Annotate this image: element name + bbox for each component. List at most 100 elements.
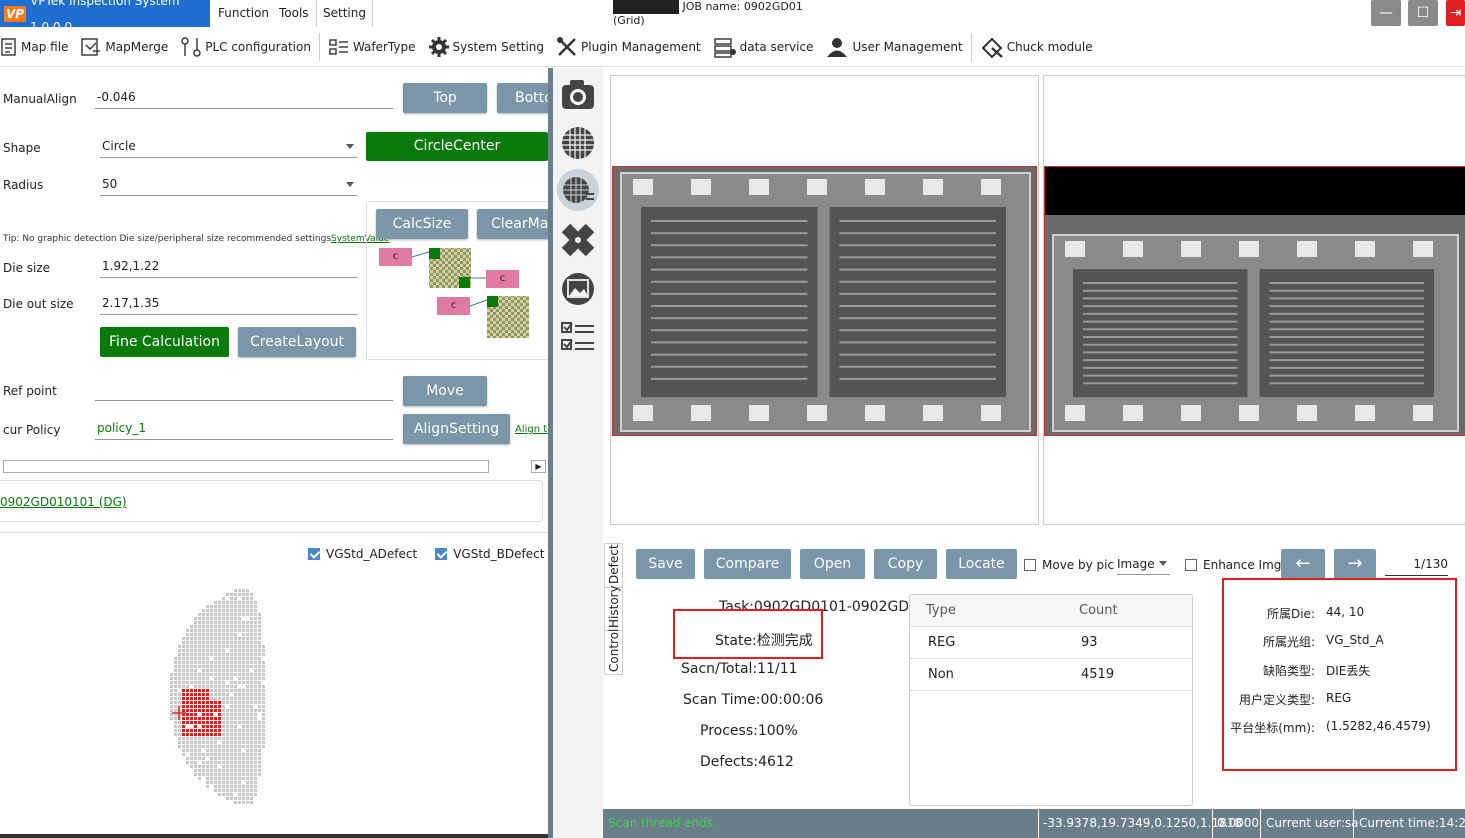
locate-button[interactable]: Locate xyxy=(946,549,1017,579)
cur-policy-label: cur Policy xyxy=(3,423,60,437)
wafer-die xyxy=(258,681,261,684)
wafer-die xyxy=(178,729,181,732)
wafer-die xyxy=(170,717,173,720)
wafer-map[interactable] xyxy=(170,585,280,815)
wafer-die xyxy=(210,761,213,764)
menu-setting[interactable]: Setting xyxy=(316,0,373,27)
tab-defect[interactable]: Defect xyxy=(607,540,621,584)
move-by-pic-checkbox[interactable] xyxy=(1024,559,1036,571)
circle-center-button[interactable]: CircleCenter xyxy=(366,132,548,161)
move-by-pic-toggle[interactable]: Move by pic xyxy=(1024,558,1114,572)
minimize-button[interactable]: — xyxy=(1371,0,1401,26)
tab-history[interactable]: History xyxy=(607,584,621,628)
toolbar-user-management[interactable]: User Management xyxy=(819,28,968,67)
wafer-die xyxy=(246,609,249,612)
toolbar-mapmerge[interactable]: MapMerge xyxy=(74,28,174,67)
table-row[interactable]: REG 93 xyxy=(910,627,1192,659)
prev-button[interactable]: ← xyxy=(1281,549,1325,579)
wafer-die xyxy=(246,637,249,640)
wafer-die xyxy=(214,653,217,656)
wafer-grid-icon[interactable] xyxy=(560,125,596,161)
legend-a-checkbox[interactable] xyxy=(308,548,320,560)
maximize-button[interactable]: ☐ xyxy=(1408,0,1438,26)
bottom-button[interactable]: Botto xyxy=(497,83,548,113)
wafer-die xyxy=(194,757,197,760)
enhance-img-checkbox[interactable] xyxy=(1185,559,1197,571)
wafer-die xyxy=(174,681,177,684)
wafer-die xyxy=(202,633,205,636)
top-button[interactable]: Top xyxy=(403,83,487,113)
compare-button[interactable]: Compare xyxy=(704,549,791,579)
toolbar-wafertype[interactable]: WaferType xyxy=(322,28,422,67)
wafer-die xyxy=(198,745,201,748)
wafer-scan-icon[interactable] xyxy=(556,168,600,212)
image-gallery-icon[interactable] xyxy=(560,271,596,307)
toolbar-system-setting[interactable]: System Setting xyxy=(422,28,551,67)
wafer-die xyxy=(246,681,249,684)
wafer-die xyxy=(182,705,185,708)
align-setting-button[interactable]: AlignSetting xyxy=(403,414,510,444)
toolbar-plugin[interactable]: Plugin Management xyxy=(550,28,707,67)
calc-size-button[interactable]: CalcSize xyxy=(376,209,468,239)
toolbar-chuck-module[interactable]: Chuck module xyxy=(974,28,1099,67)
radius-select[interactable]: 50 xyxy=(100,174,357,196)
move-button[interactable]: Move xyxy=(403,376,487,406)
task-link[interactable]: 0902GD010101 (DG) xyxy=(0,495,127,509)
wafer-die xyxy=(238,589,241,592)
save-button[interactable]: Save xyxy=(636,549,695,579)
copy-button[interactable]: Copy xyxy=(874,549,937,579)
wafer-die xyxy=(214,641,217,644)
image-margin xyxy=(1045,167,1465,215)
wafer-die xyxy=(226,773,229,776)
wafer-die xyxy=(190,753,193,756)
open-button[interactable]: Open xyxy=(800,549,865,579)
wafer-die xyxy=(186,685,189,688)
checklist-icon[interactable] xyxy=(560,319,596,355)
manual-align-input[interactable]: -0.046 xyxy=(95,87,393,109)
wafer-die xyxy=(190,717,193,720)
wafer-die xyxy=(222,769,225,772)
die-image-right[interactable] xyxy=(1044,166,1465,436)
wafer-die xyxy=(258,649,261,652)
camera-icon[interactable] xyxy=(560,77,596,113)
app-logo: VP xyxy=(4,6,26,22)
wafer-die xyxy=(226,745,229,748)
toolbar-data-service[interactable]: data service xyxy=(707,28,820,67)
create-layout-button[interactable]: CreateLayout xyxy=(238,327,356,357)
menu-tools[interactable]: Tools xyxy=(279,0,309,27)
toolbar-plc[interactable]: PLC configuration xyxy=(174,28,317,67)
exit-button[interactable]: ⇥ xyxy=(1446,0,1465,26)
wafer-die xyxy=(234,633,237,636)
ruler-tool-icon[interactable] xyxy=(560,222,596,258)
image-select[interactable]: Image xyxy=(1117,555,1170,575)
tab-control[interactable]: Control xyxy=(607,628,621,672)
legend-b-checkbox[interactable] xyxy=(435,548,447,560)
scroll-right-button[interactable]: ▶ xyxy=(531,460,546,473)
wafer-die xyxy=(186,745,189,748)
wafer-die xyxy=(190,625,193,628)
toolbar-map-file[interactable]: Map file xyxy=(0,28,74,67)
next-button[interactable]: → xyxy=(1334,549,1376,579)
wafer-die xyxy=(222,629,225,632)
die-size-input[interactable]: 1.92,1.22 xyxy=(100,256,357,278)
die-image-left[interactable] xyxy=(612,166,1037,436)
wafer-die xyxy=(198,709,201,712)
table-row[interactable]: Non 4519 xyxy=(910,659,1192,691)
wafer-die xyxy=(234,669,237,672)
shape-select[interactable]: Circle xyxy=(100,136,357,158)
wafer-die xyxy=(250,721,253,724)
clear-mark-button[interactable]: ClearMar xyxy=(477,209,549,239)
fine-calculation-button[interactable]: Fine Calculation xyxy=(100,327,229,357)
wafer-die xyxy=(218,689,221,692)
wafer-die xyxy=(206,769,209,772)
horizontal-scrollbar[interactable] xyxy=(3,460,489,473)
wafer-die xyxy=(246,673,249,676)
wafer-die xyxy=(230,629,233,632)
policy-input[interactable]: policy_1 xyxy=(95,418,393,440)
menu-function[interactable]: Function xyxy=(218,0,269,27)
enhance-img-toggle[interactable]: Enhance Img xyxy=(1185,558,1281,572)
ref-point-input[interactable] xyxy=(95,379,393,401)
wafer-die xyxy=(246,701,249,704)
die-out-size-input[interactable]: 2.17,1.35 xyxy=(100,293,357,315)
wafer-die xyxy=(258,733,261,736)
